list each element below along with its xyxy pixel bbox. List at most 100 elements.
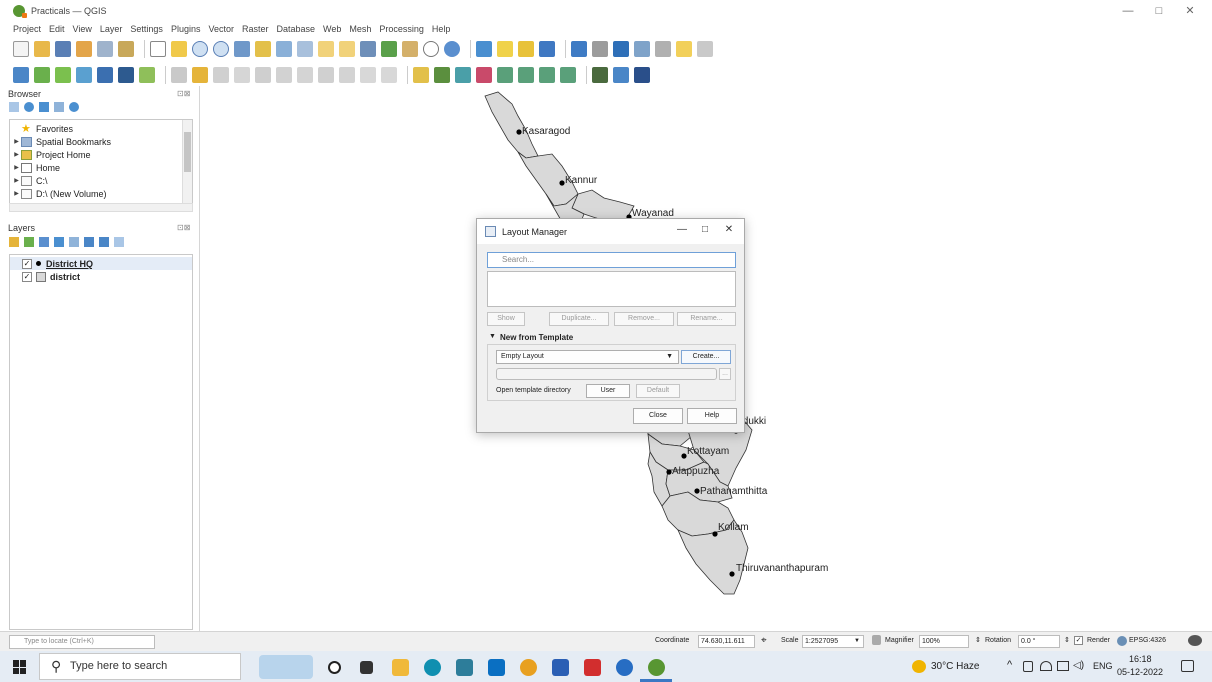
browse-button[interactable]: ...: [719, 368, 731, 380]
move-label-icon[interactable]: [476, 67, 492, 83]
measure-icon[interactable]: [539, 41, 555, 57]
toolbox-icon[interactable]: [634, 41, 650, 57]
mail-icon[interactable]: [488, 659, 505, 676]
menu-database[interactable]: Database: [277, 22, 316, 36]
new-project-icon[interactable]: [13, 41, 29, 57]
zoom-last-icon[interactable]: [318, 41, 334, 57]
notifications-icon[interactable]: [1181, 660, 1194, 672]
dialog-maximize-button[interactable]: □: [697, 224, 713, 235]
calculator-icon[interactable]: [456, 659, 473, 676]
filter-browser-icon[interactable]: [39, 102, 49, 112]
data-source-manager-icon[interactable]: [13, 67, 29, 83]
add-selected-layers-icon[interactable]: [9, 102, 19, 112]
style-manager-icon[interactable]: [118, 41, 134, 57]
plugin-icon[interactable]: [613, 67, 629, 83]
lock-scale-icon[interactable]: [872, 635, 881, 645]
remove-layer-icon[interactable]: [114, 237, 124, 247]
collapse-all-icon[interactable]: [54, 102, 64, 112]
menu-web[interactable]: Web: [323, 22, 341, 36]
current-edits-icon[interactable]: [171, 67, 187, 83]
acrobat-icon[interactable]: [584, 659, 601, 676]
menu-layer[interactable]: Layer: [100, 22, 123, 36]
zoom-next-icon[interactable]: [339, 41, 355, 57]
open-attribute-table-icon[interactable]: [571, 41, 587, 57]
layout-manager-icon[interactable]: [97, 41, 113, 57]
menu-project[interactable]: Project: [13, 22, 41, 36]
template-select[interactable]: Empty Layout ▼: [496, 350, 679, 364]
menu-help[interactable]: Help: [432, 22, 451, 36]
crs-button[interactable]: EPSG:4326: [1129, 637, 1166, 644]
filter-legend-icon[interactable]: [54, 237, 64, 247]
toggle-extents-icon[interactable]: ⌖: [761, 635, 767, 646]
add-mesh-layer-icon[interactable]: [76, 67, 92, 83]
battery-icon[interactable]: [1023, 661, 1033, 672]
cut-features-icon[interactable]: [297, 67, 313, 83]
close-window-button[interactable]: ✕: [1180, 3, 1200, 19]
select-features-icon[interactable]: [497, 41, 513, 57]
create-button[interactable]: Create...: [681, 350, 731, 364]
delete-selected-icon[interactable]: [276, 67, 292, 83]
menu-plugins[interactable]: Plugins: [171, 22, 201, 36]
browser-item-c-drive[interactable]: ▶ C:\: [12, 174, 192, 187]
copy-features-icon[interactable]: [318, 67, 334, 83]
task-view-icon[interactable]: [360, 661, 373, 674]
add-group-icon[interactable]: [24, 237, 34, 247]
dialog-close-button[interactable]: ✕: [721, 224, 737, 235]
pan-hand-icon[interactable]: [150, 41, 166, 57]
cloud-icon[interactable]: [1040, 661, 1052, 671]
taskbar-news-widget-icon[interactable]: [259, 655, 313, 679]
locator-input[interactable]: Type to locate (Ctrl+K): [9, 635, 155, 649]
volume-icon[interactable]: ◁): [1073, 660, 1084, 671]
add-raster-layer-icon[interactable]: [55, 67, 71, 83]
render-checkbox[interactable]: ✓: [1074, 636, 1083, 645]
magnifier-stepper-icon[interactable]: ⇕: [975, 636, 981, 644]
label-tool-icon[interactable]: [413, 67, 429, 83]
add-delimited-text-icon[interactable]: [97, 67, 113, 83]
file-explorer-icon[interactable]: [392, 659, 409, 676]
pin-labels-icon[interactable]: [434, 67, 450, 83]
close-button[interactable]: Close: [633, 408, 683, 424]
open-layer-styling-icon[interactable]: [9, 237, 19, 247]
expand-arrow-icon[interactable]: ▶: [12, 164, 21, 171]
help-button[interactable]: Help: [687, 408, 737, 424]
show-bookmarks-icon[interactable]: [402, 41, 418, 57]
language-indicator[interactable]: ENG: [1093, 661, 1113, 671]
expand-arrow-icon[interactable]: ▶: [12, 177, 21, 184]
layer-item-district-hq[interactable]: ✓ District HQ: [10, 257, 192, 270]
save-project-icon[interactable]: [55, 41, 71, 57]
add-vector-layer-icon[interactable]: [34, 67, 50, 83]
expand-arrow-icon[interactable]: ▶: [12, 151, 21, 158]
weather-text[interactable]: 30°C Haze: [931, 661, 979, 672]
filter-by-expression-icon[interactable]: [69, 237, 79, 247]
messages-icon[interactable]: [1188, 635, 1202, 646]
properties-widget-icon[interactable]: [69, 102, 79, 112]
template-path-field[interactable]: [496, 368, 717, 380]
refresh-icon[interactable]: [444, 41, 460, 57]
maximize-button[interactable]: □: [1149, 3, 1169, 19]
layout-list[interactable]: [487, 271, 736, 307]
book-icon[interactable]: [634, 67, 650, 83]
pan-to-selection-icon[interactable]: [171, 41, 187, 57]
save-edits-icon[interactable]: [213, 67, 229, 83]
zoom-native-icon[interactable]: [297, 41, 313, 57]
remove-button[interactable]: Remove...: [614, 312, 674, 326]
vertex-tool-icon[interactable]: [255, 67, 271, 83]
identify-features-icon[interactable]: [476, 41, 492, 57]
add-postgis-icon[interactable]: [118, 67, 134, 83]
coordinate-field[interactable]: 74.630,11.611: [698, 635, 755, 648]
clock-date[interactable]: 05-12-2022: [1117, 667, 1163, 677]
edge-browser-icon[interactable]: [424, 659, 441, 676]
menu-mesh[interactable]: Mesh: [349, 22, 371, 36]
redo-icon[interactable]: [381, 67, 397, 83]
expand-arrow-icon[interactable]: ▶: [12, 190, 21, 197]
add-feature-icon[interactable]: [234, 67, 250, 83]
collapse-arrow-icon[interactable]: ▼: [489, 333, 496, 340]
browser-horizontal-scrollbar[interactable]: [9, 203, 193, 212]
show-hide-labels-icon[interactable]: [539, 67, 555, 83]
paste-features-icon[interactable]: [339, 67, 355, 83]
rotation-field[interactable]: 0.0 °: [1018, 635, 1060, 648]
browser-item-d-drive[interactable]: ▶ D:\ (New Volume): [12, 187, 192, 200]
manage-map-themes-icon[interactable]: [39, 237, 49, 247]
clock-time[interactable]: 16:18: [1129, 654, 1152, 664]
rotate-label-icon[interactable]: [497, 67, 513, 83]
